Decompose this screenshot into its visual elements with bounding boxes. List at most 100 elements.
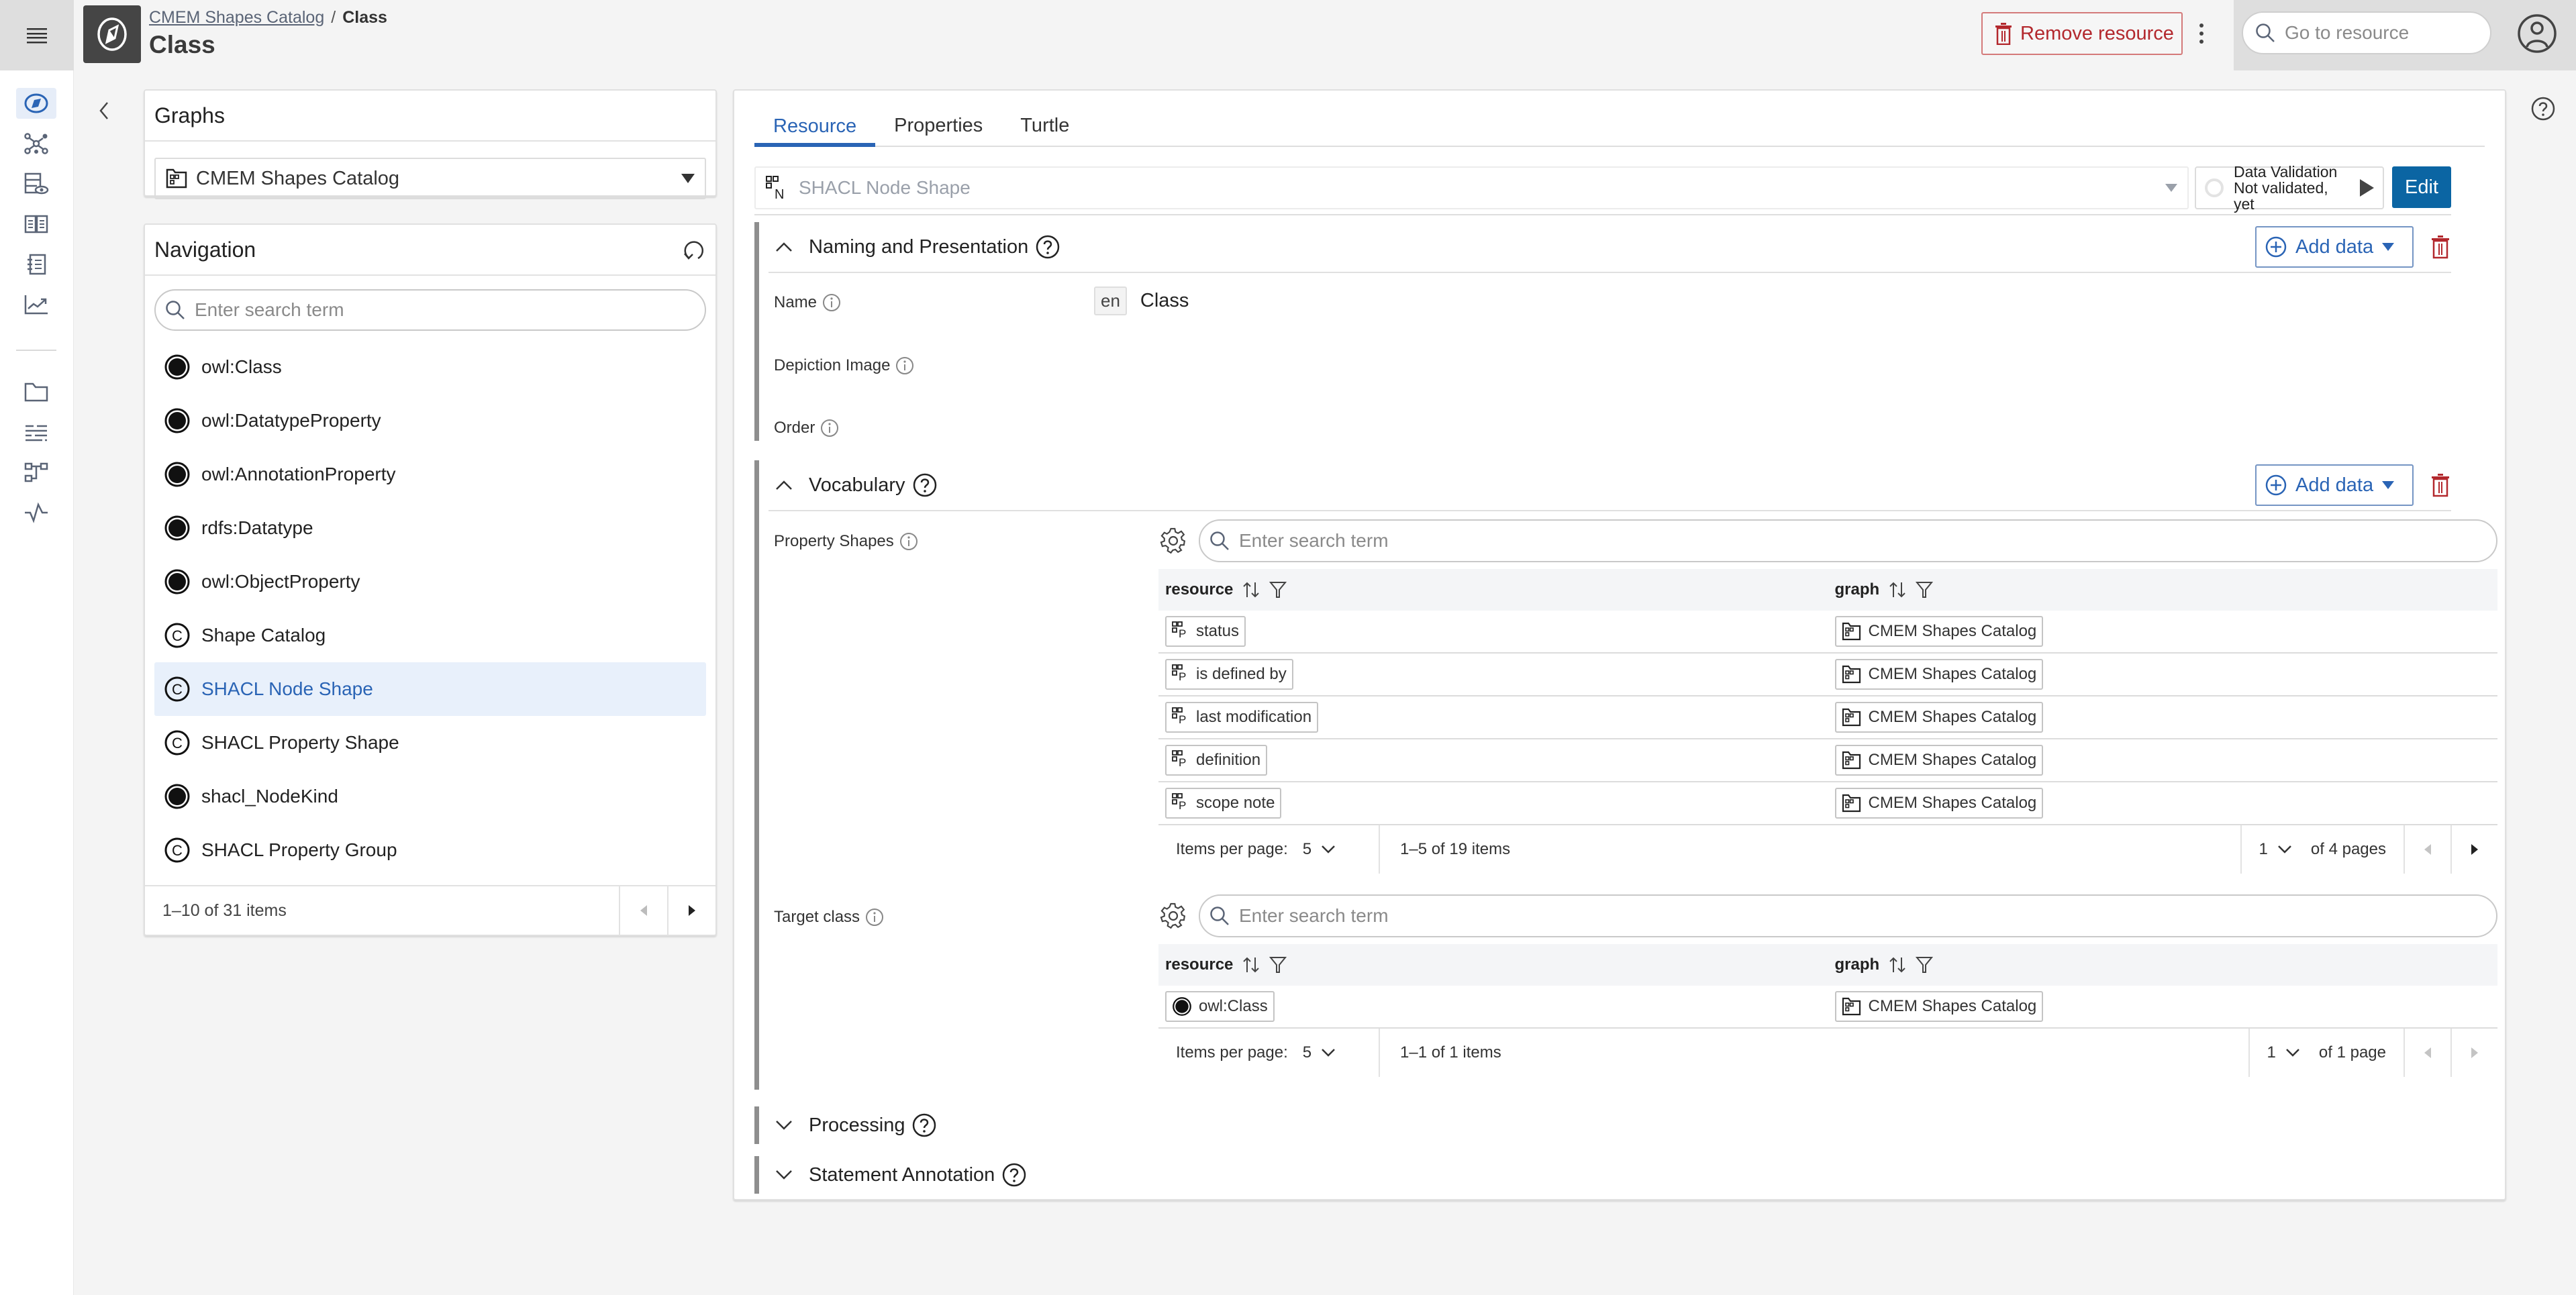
filter-icon[interactable] [1916,580,1934,599]
items-per-page-select[interactable]: 5 [1303,1043,1336,1062]
resource-chip[interactable]: owl:Class [1165,991,1275,1022]
navigation-next-page-button[interactable] [667,886,715,935]
sort-icon[interactable] [1241,956,1261,974]
vocabulary-add-data-button[interactable]: Add data [2255,464,2414,506]
navigation-item-shacl-property-group[interactable]: C SHACL Property Group [154,823,706,877]
tab-turtle[interactable]: Turtle [1001,105,1088,146]
rail-notebook[interactable] [16,249,56,280]
property-shapes-rows: Pstatus CMEM Shapes Catalog Pis defined by… [1158,611,2497,825]
property-shapes-prev-page-button[interactable] [2404,825,2450,874]
remove-resource-button[interactable]: Remove resource [1981,12,2183,55]
tab-resource[interactable]: Resource [754,105,876,147]
rail-analytics[interactable] [16,289,56,320]
info-icon[interactable] [899,532,918,551]
info-icon[interactable] [822,293,841,312]
target-class-prev-page-button[interactable] [2404,1029,2450,1077]
collapse-naming-button[interactable] [774,237,794,257]
property-shapes-search-input[interactable] [1239,530,2397,552]
rail-datasets[interactable] [16,168,56,199]
navigation-item-owl-class[interactable]: owl:Class [154,340,706,394]
property-shapes-pagination: Items per page: 5 1–5 of 19 items 1 of 4… [1158,825,2497,874]
navigation-item-rdfs-datatype[interactable]: rdfs:Datatype [154,501,706,555]
info-icon[interactable] [820,419,839,437]
naming-add-data-button[interactable]: Add data [2255,226,2414,268]
navigation-item-owl-datatypeproperty[interactable]: owl:DatatypeProperty [154,394,706,448]
graph-chip[interactable]: CMEM Shapes Catalog [1834,745,2044,776]
navigation-prev-page-button[interactable] [619,886,667,935]
graph-chip[interactable]: CMEM Shapes Catalog [1834,991,2044,1022]
rail-knowledge-graphs[interactable] [16,128,56,159]
go-to-resource-input[interactable] [2285,22,2473,44]
graph-chip[interactable]: CMEM Shapes Catalog [1834,659,2044,690]
vocabulary-delete-button[interactable] [2431,473,2450,497]
info-icon[interactable] [865,908,884,927]
field-depiction-image: Depiction Image [774,356,914,375]
property-shapes-next-page-button[interactable] [2450,825,2497,874]
help-circle-icon[interactable] [911,1112,937,1138]
help-circle-icon[interactable] [1035,234,1060,260]
navigation-search-input[interactable] [195,299,681,321]
filter-icon[interactable] [1269,955,1287,974]
breadcrumb-parent-link[interactable]: CMEM Shapes Catalog [149,8,324,28]
rail-explore[interactable] [16,88,56,119]
resource-chip[interactable]: Pstatus [1165,616,1246,647]
main-menu-button[interactable] [0,0,74,70]
filter-icon[interactable] [1269,580,1287,599]
collapse-vocabulary-button[interactable] [774,475,794,495]
navigation-item-owl-objectproperty[interactable]: owl:ObjectProperty [154,555,706,609]
run-validation-button[interactable] [2359,178,2375,197]
graphs-header: Graphs [145,91,715,142]
collapse-panel-button[interactable] [94,97,114,124]
help-circle-icon[interactable] [912,472,938,498]
expand-processing-button[interactable] [774,1115,794,1135]
info-icon[interactable] [895,356,914,375]
graph-chip[interactable]: CMEM Shapes Catalog [1834,702,2044,733]
user-menu-button[interactable] [2517,13,2557,54]
field-name-label: Name [774,293,818,311]
edit-button[interactable]: Edit [2392,166,2451,208]
resource-chip[interactable]: Pscope note [1165,788,1282,819]
page-number-select[interactable]: 1 [2259,840,2292,859]
go-to-resource-search[interactable] [2242,11,2491,54]
naming-delete-button[interactable] [2431,235,2450,259]
navigation-item-shape-catalog[interactable]: C Shape Catalog [154,609,706,662]
navigation-search[interactable] [154,289,706,331]
expand-statement-annotation-button[interactable] [774,1165,794,1185]
navigation-item-shacl-node-shape[interactable]: C SHACL Node Shape [154,662,706,716]
target-class-settings-button[interactable] [1158,901,1188,931]
page-number-select[interactable]: 1 [2267,1043,2300,1062]
more-options-button[interactable] [2191,17,2212,50]
navigation-item-shacl-property-shape[interactable]: C SHACL Property Shape [154,716,706,770]
target-class-next-page-button[interactable] [2450,1029,2497,1077]
refresh-navigation-button[interactable] [681,238,706,262]
target-class-search[interactable] [1199,894,2497,937]
property-shapes-search[interactable] [1199,519,2497,562]
processing-group-header: Processing [759,1106,2451,1144]
page-help-button[interactable] [2530,96,2557,123]
shape-selector[interactable]: N SHACL Node Shape [754,166,2189,209]
resource-chip[interactable]: Pis defined by [1165,659,1293,690]
items-per-page-select[interactable]: 5 [1303,840,1336,859]
rail-projects[interactable] [16,376,56,407]
filter-icon[interactable] [1916,955,1934,974]
sort-icon[interactable] [1887,956,1908,974]
resource-chip[interactable]: Pdefinition [1165,745,1268,776]
navigation-item-owl-annotationproperty[interactable]: owl:AnnotationProperty [154,448,706,501]
property-shapes-settings-button[interactable] [1158,526,1188,556]
rail-workflows[interactable] [16,457,56,488]
sort-icon[interactable] [1241,581,1261,599]
tab-properties[interactable]: Properties [875,105,1001,146]
graph-chip[interactable]: CMEM Shapes Catalog [1834,616,2044,647]
rail-vocabularies[interactable] [16,209,56,240]
search-icon [1210,907,1229,925]
resource-chip[interactable]: Plast modification [1165,702,1319,733]
help-circle-icon[interactable] [1001,1162,1027,1188]
graph-chip[interactable]: CMEM Shapes Catalog [1834,788,2044,819]
rail-mappings[interactable] [16,417,56,448]
navigation-item-shacl-nodekind[interactable]: shacl_NodeKind [154,770,706,823]
rail-activities[interactable] [16,497,56,528]
rail-divider [16,350,56,351]
sort-icon[interactable] [1887,581,1908,599]
target-class-search-input[interactable] [1239,905,2397,927]
graph-selector[interactable]: CMEM Shapes Catalog [154,158,706,199]
